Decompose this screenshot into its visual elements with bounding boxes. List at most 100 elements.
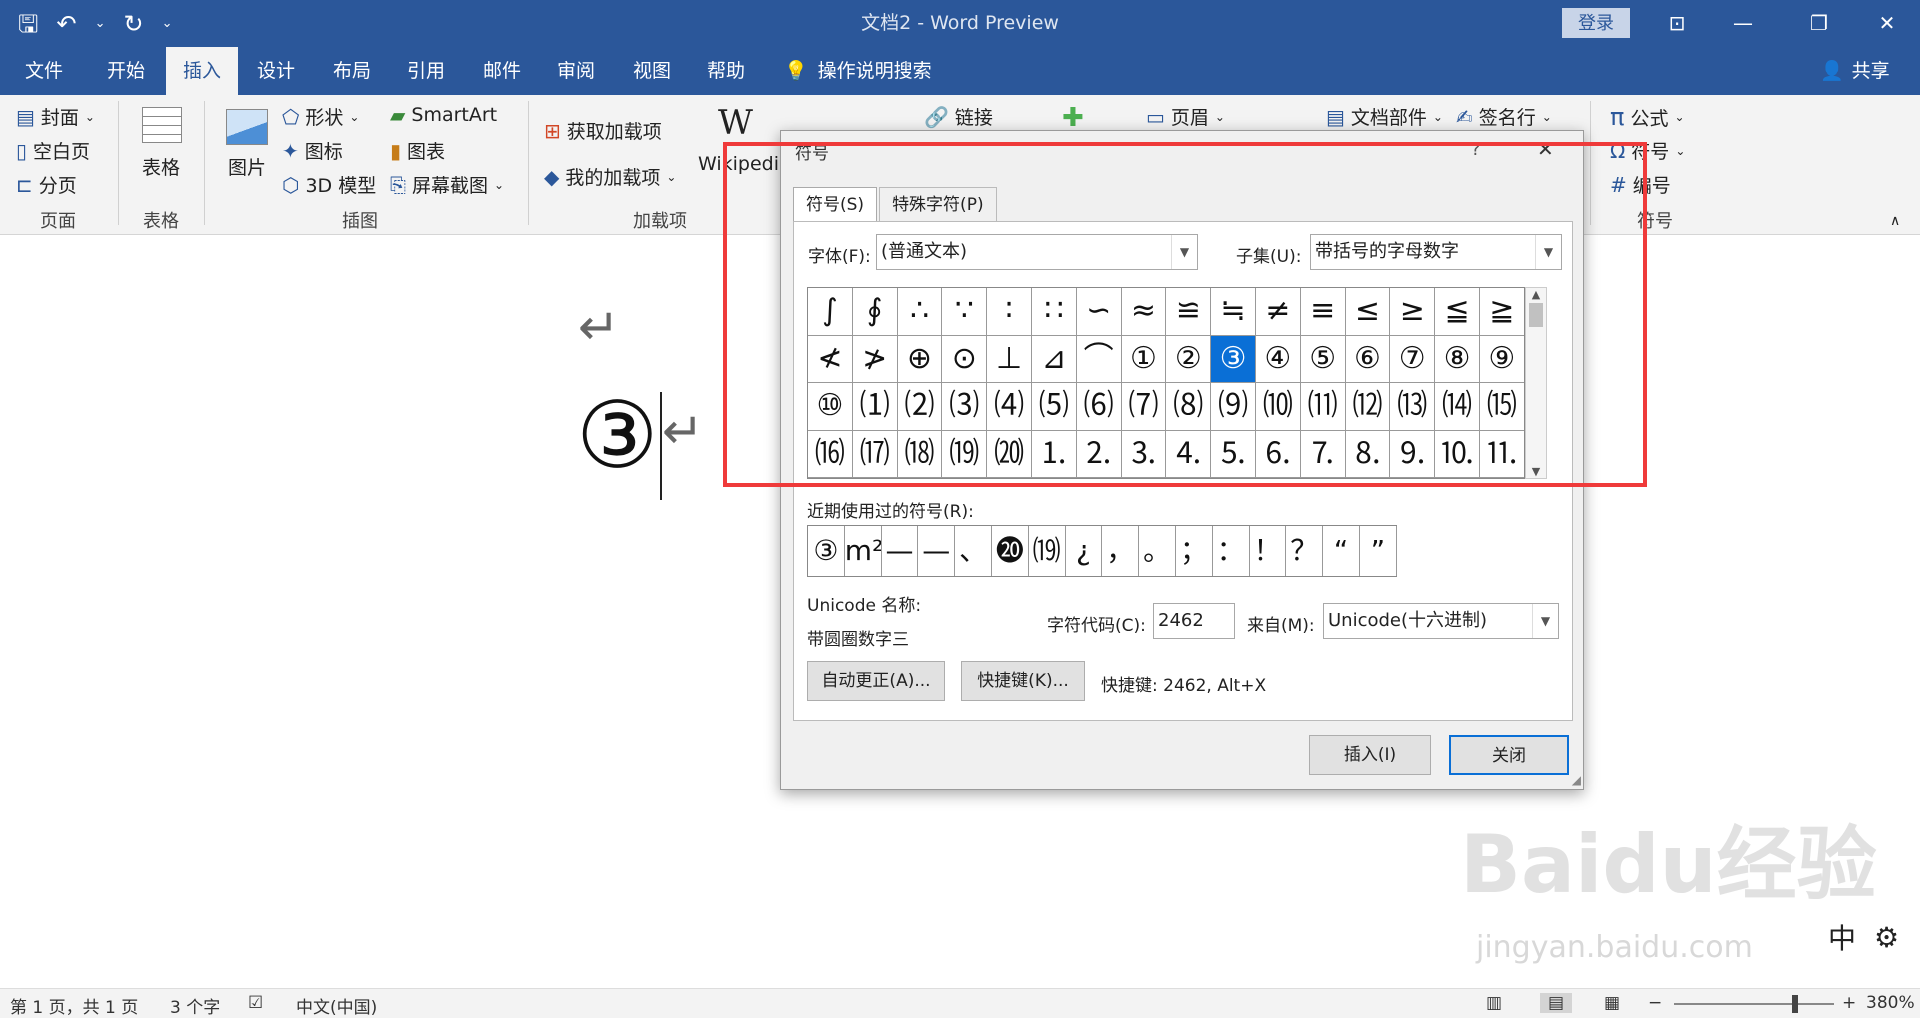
chevron-down-icon[interactable]: ▼ xyxy=(1171,235,1197,269)
word-count[interactable]: 3 个字 xyxy=(170,993,220,1018)
recent-symbol-cell[interactable]: — xyxy=(882,526,919,576)
recent-symbol-cell[interactable]: “ xyxy=(1323,526,1360,576)
symbol-cell[interactable]: ⊥ xyxy=(987,335,1032,383)
symbol-cell[interactable]: ≥ xyxy=(1390,288,1436,336)
symbol-cell[interactable]: ⒒ xyxy=(1479,430,1524,478)
symbol-cell[interactable]: ∷ xyxy=(1031,288,1077,336)
zoom-in-icon[interactable]: + xyxy=(1842,993,1856,1013)
restore-button[interactable]: ❐ xyxy=(1786,0,1852,47)
subset-select[interactable]: 带括号的字母数字 ▼ xyxy=(1310,234,1562,270)
my-addins-button[interactable]: ◆ 我的加载项 ⌄ xyxy=(544,163,676,190)
save-icon[interactable]: 🖫 xyxy=(18,9,38,39)
symbol-cell[interactable]: ⑼ xyxy=(1211,383,1256,431)
symbol-cell[interactable]: ≯ xyxy=(852,335,898,383)
tab-insert[interactable]: 插入 xyxy=(166,47,238,95)
symbol-cell[interactable]: ⒉ xyxy=(1076,430,1122,478)
blank-page-button[interactable]: ▯ 空白页 xyxy=(16,137,90,164)
zoom-level[interactable]: 380% xyxy=(1866,993,1915,1013)
link-button[interactable]: 🔗 链接 xyxy=(924,103,993,130)
3d-model-button[interactable]: ⬡ 3D 模型 xyxy=(282,171,376,198)
recent-symbol-cell[interactable]: ” xyxy=(1360,526,1397,576)
signature-line-button[interactable]: ✍ 签名行 ⌄ xyxy=(1456,103,1552,130)
symbol-cell[interactable]: ⒇ xyxy=(987,430,1032,478)
zoom-out-icon[interactable]: − xyxy=(1648,993,1662,1013)
header-button[interactable]: ▭ 页眉 ⌄ xyxy=(1146,103,1225,130)
cover-page-button[interactable]: ▤ 封面 ⌄ xyxy=(16,103,95,130)
tab-view[interactable]: 视图 xyxy=(618,47,686,95)
symbol-cell[interactable]: ① xyxy=(1121,335,1167,383)
symbol-cell[interactable]: ∴ xyxy=(897,288,943,336)
page-break-button[interactable]: ⊏ 分页 xyxy=(16,171,77,198)
symbol-cell[interactable]: ⒏ xyxy=(1345,430,1391,478)
print-layout-icon[interactable]: ▤ xyxy=(1540,993,1573,1013)
web-layout-icon[interactable]: ▦ xyxy=(1604,993,1620,1013)
symbol-cell[interactable]: ∽ xyxy=(1076,288,1122,336)
help-icon[interactable]: ? xyxy=(1471,139,1481,160)
char-code-input[interactable]: 2462 xyxy=(1153,603,1235,639)
symbol-cell[interactable]: ∮ xyxy=(852,288,898,336)
recent-symbol-cell[interactable]: 。 xyxy=(1139,526,1176,576)
symbol-cell[interactable]: ⑵ xyxy=(897,383,943,431)
symbol-cell[interactable]: ⑹ xyxy=(1076,383,1122,431)
from-select[interactable]: Unicode(十六进制) ▼ xyxy=(1323,603,1559,639)
symbol-cell[interactable]: ⊕ xyxy=(897,335,943,383)
symbol-cell[interactable]: ⑩ xyxy=(808,383,853,431)
recent-symbol-cell[interactable]: ！ xyxy=(1250,526,1287,576)
symbol-cell[interactable]: ⑿ xyxy=(1345,383,1391,431)
symbol-cell[interactable]: ⑤ xyxy=(1300,335,1346,383)
recent-symbol-cell[interactable]: ¿ xyxy=(1066,526,1103,576)
symbol-cell[interactable]: ⑥ xyxy=(1345,335,1391,383)
ime-mode[interactable]: 中 xyxy=(1828,917,1856,957)
symbol-cell[interactable]: ∶ xyxy=(987,288,1032,336)
symbol-cell[interactable]: ⒂ xyxy=(1479,383,1524,431)
scroll-up-icon[interactable]: ▲ xyxy=(1526,288,1546,301)
close-window-button[interactable]: ✕ xyxy=(1854,0,1920,47)
symbol-cell-selected[interactable]: ③ xyxy=(1211,335,1256,383)
scroll-thumb[interactable] xyxy=(1529,303,1543,327)
symbol-cell[interactable]: ⒁ xyxy=(1435,383,1480,431)
recent-symbol-cell[interactable]: 、 xyxy=(955,526,992,576)
symbol-cell[interactable]: ⑺ xyxy=(1121,383,1167,431)
symbol-cell[interactable]: ⑨ xyxy=(1479,335,1524,383)
tab-references[interactable]: 引用 xyxy=(392,47,460,95)
autocorrect-button[interactable]: 自动更正(A)... xyxy=(807,661,945,701)
symbol-cell[interactable]: ⒍ xyxy=(1255,430,1301,478)
symbol-cell[interactable]: ⑾ xyxy=(1300,383,1346,431)
symbol-cell[interactable]: ≤ xyxy=(1345,288,1391,336)
symbol-cell[interactable]: ⒊ xyxy=(1121,430,1167,478)
page-count[interactable]: 第 1 页，共 1 页 xyxy=(10,993,138,1018)
zoom-slider[interactable] xyxy=(1674,1003,1834,1005)
symbol-cell[interactable]: ≮ xyxy=(808,335,853,383)
ribbon-display-options-icon[interactable]: ⊡ xyxy=(1644,0,1710,47)
icons-button[interactable]: ✦ 图标 xyxy=(282,137,343,164)
symbol-cell[interactable]: ⒎ xyxy=(1300,430,1346,478)
shapes-button[interactable]: ⬠ 形状 ⌄ xyxy=(282,103,359,130)
symbol-cell[interactable]: ④ xyxy=(1255,335,1301,383)
symbol-cell[interactable]: ≡ xyxy=(1300,288,1346,336)
symbol-cell[interactable]: ⊙ xyxy=(942,335,988,383)
symbol-cell[interactable]: ≌ xyxy=(1166,288,1212,336)
comment-add-icon[interactable]: ✚ xyxy=(1062,103,1084,133)
symbol-cell[interactable]: ⑷ xyxy=(987,383,1032,431)
symbol-cell[interactable]: ⒃ xyxy=(808,430,853,478)
symbol-cell[interactable]: ≠ xyxy=(1255,288,1301,336)
recent-symbol-cell[interactable]: ， xyxy=(1102,526,1140,576)
symbol-cell[interactable]: ⑴ xyxy=(852,383,898,431)
wikipedia-button[interactable]: Wikipedia xyxy=(698,153,791,175)
number-button[interactable]: # 编号 xyxy=(1610,171,1671,198)
symbol-button[interactable]: Ω 符号 ⌄ xyxy=(1610,137,1685,164)
chevron-down-icon[interactable]: ▼ xyxy=(1532,604,1558,638)
symbol-cell[interactable]: ≈ xyxy=(1121,288,1167,336)
chart-button[interactable]: ▮ 图表 xyxy=(390,137,445,164)
symbol-cell[interactable]: ⒋ xyxy=(1166,430,1212,478)
symbol-cell[interactable]: ≦ xyxy=(1435,288,1480,336)
symbol-grid-scrollbar[interactable]: ▲ ▼ xyxy=(1525,287,1547,479)
screenshot-button[interactable]: ⎘ 屏幕截图 ⌄ xyxy=(390,171,504,198)
tab-design[interactable]: 设计 xyxy=(242,47,310,95)
minimize-button[interactable]: — xyxy=(1710,0,1776,47)
login-button[interactable]: 登录 xyxy=(1562,8,1630,38)
picture-button[interactable]: 图片 xyxy=(228,153,266,180)
gear-icon[interactable]: ⚙ xyxy=(1874,921,1899,954)
symbol-cell[interactable]: ∫ xyxy=(808,288,853,336)
recent-symbol-cell[interactable]: ⒆ xyxy=(1029,526,1066,576)
